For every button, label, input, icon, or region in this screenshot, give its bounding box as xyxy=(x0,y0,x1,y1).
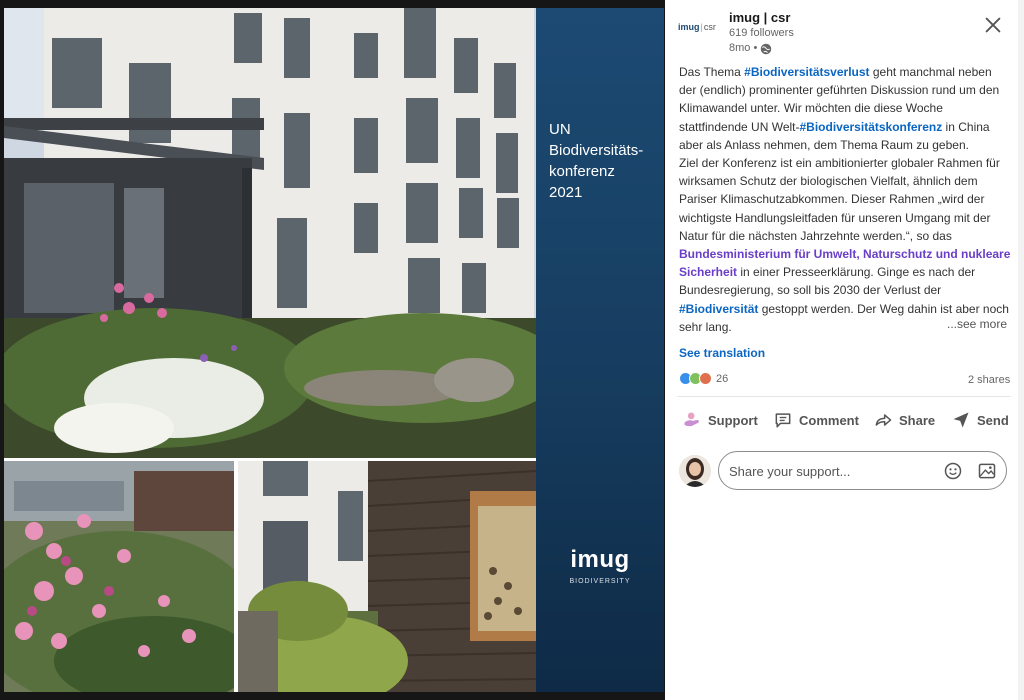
comment-icon xyxy=(775,413,791,428)
emoji-icon xyxy=(944,462,962,480)
image-icon xyxy=(978,463,996,479)
author-name[interactable]: imug | csr xyxy=(729,10,794,26)
pink-flowers-photo xyxy=(4,461,234,692)
add-image-button[interactable] xyxy=(977,461,997,481)
post-age: 8mo • xyxy=(729,42,758,54)
support-hand-icon xyxy=(684,412,699,427)
post-text-segment: Ziel der Konferenz ist ein ambitionierte… xyxy=(679,156,1000,243)
comment-label: Comment xyxy=(799,412,859,428)
comment-button[interactable]: Comment xyxy=(773,406,859,434)
hashtag-link[interactable]: #Biodiversitätsverlust xyxy=(744,65,869,79)
post-image-collage[interactable] xyxy=(4,8,536,692)
insect-hotel-photo xyxy=(238,461,536,692)
love-reaction-icon xyxy=(699,372,712,385)
media-viewer: UN Biodiversitäts- konferenz 2021 imug B… xyxy=(0,0,665,700)
send-paper-plane-icon xyxy=(953,412,969,428)
close-button[interactable] xyxy=(982,14,1004,36)
see-more-link[interactable]: ...see more xyxy=(947,317,1007,331)
comment-input[interactable] xyxy=(729,462,929,480)
send-button[interactable]: Send xyxy=(951,406,1009,434)
comment-composer xyxy=(679,451,1009,491)
post-author[interactable]: imug | csr imug | csr 619 followers 8mo … xyxy=(678,10,794,56)
share-button[interactable]: Share xyxy=(873,406,935,434)
send-label: Send xyxy=(977,412,1009,428)
share-arrow-icon xyxy=(875,414,892,426)
company-logo[interactable]: imug | csr xyxy=(678,10,723,44)
conference-title-line: konferenz xyxy=(549,163,615,180)
emoji-button[interactable] xyxy=(943,461,963,481)
company-logo-csr: csr xyxy=(703,22,716,32)
support-label: Support xyxy=(708,412,758,428)
divider xyxy=(677,396,1011,397)
post-body: Das Thema #Biodiversitätsverlust geht ma… xyxy=(679,63,1011,336)
comment-input-wrapper[interactable] xyxy=(718,451,1007,490)
building-garden-photo xyxy=(4,8,536,458)
company-logo-main: imug xyxy=(678,22,700,32)
share-label: Share xyxy=(899,412,936,428)
support-button[interactable]: Support xyxy=(682,406,758,434)
close-icon xyxy=(985,17,1001,33)
company-logo-separator: | xyxy=(700,22,703,32)
reaction-count: 26 xyxy=(716,372,729,385)
author-followers: 619 followers xyxy=(729,27,794,39)
post-text-segment: Das Thema xyxy=(679,65,745,79)
conference-title-line: Biodiversitäts- xyxy=(549,142,644,159)
conference-title-line: 2021 xyxy=(549,184,583,201)
hashtag-link[interactable]: #Biodiversitätskonferenz xyxy=(800,120,943,134)
conference-title-line: UN xyxy=(549,121,571,138)
avatar[interactable] xyxy=(679,455,711,487)
scrollbar[interactable] xyxy=(1018,0,1024,700)
reactions-summary[interactable]: 26 xyxy=(679,372,728,385)
conference-title: UN Biodiversitäts- konferenz 2021 xyxy=(549,119,661,203)
see-translation-link[interactable]: See translation xyxy=(679,346,765,360)
brand-logo-sub: BIODIVERSITY xyxy=(569,578,631,585)
shares-count[interactable]: 2 shares xyxy=(968,374,1010,386)
brand-panel: UN Biodiversitäts- konferenz 2021 imug B… xyxy=(536,8,664,692)
post-actions: Support Comment Share Send xyxy=(679,406,1009,434)
globe-icon xyxy=(761,43,772,54)
post-detail-panel: imug | csr imug | csr 619 followers 8mo … xyxy=(665,0,1024,700)
brand-logo-word: imug xyxy=(570,546,630,573)
imug-biodiversity-logo: imug BIODIVERSITY xyxy=(536,546,664,585)
hashtag-link[interactable]: #Biodiversität xyxy=(679,302,758,316)
